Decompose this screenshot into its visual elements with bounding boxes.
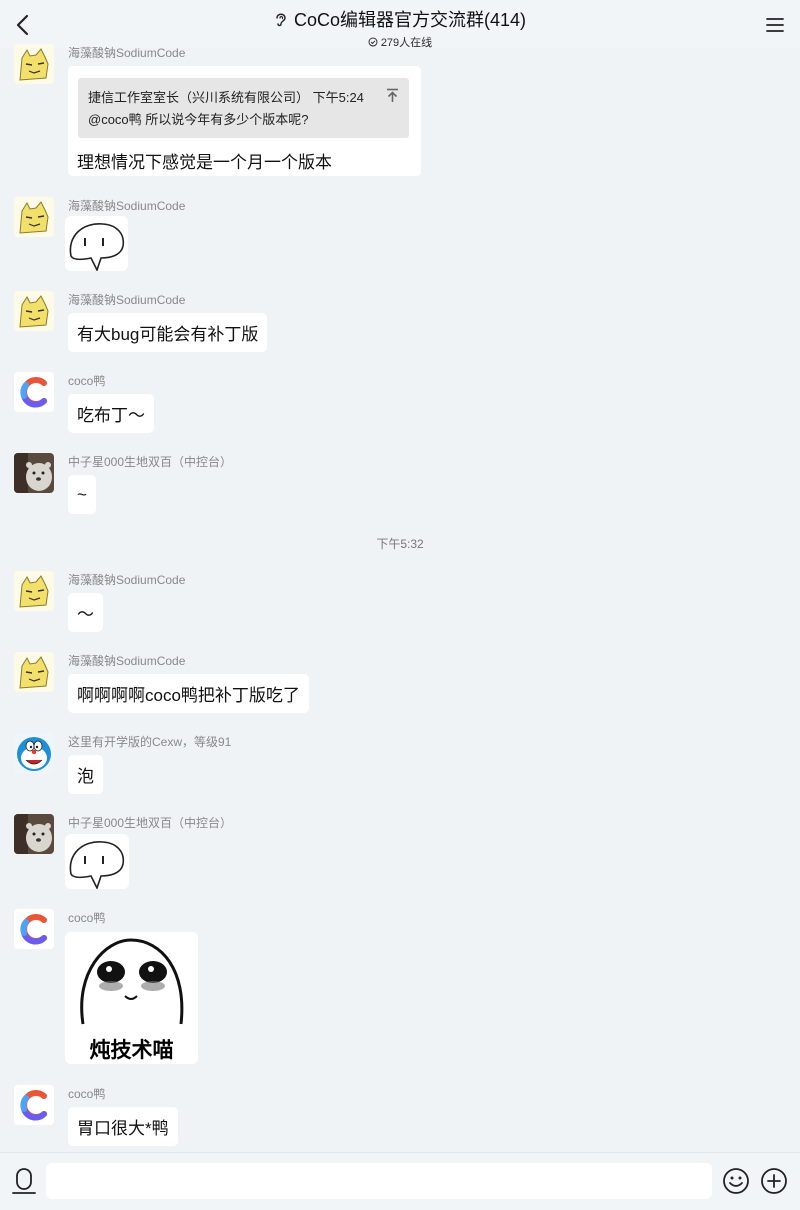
message-bubble[interactable]: 啊啊啊啊coco鸭把补丁版吃了 bbox=[68, 674, 309, 713]
message-bubble[interactable]: 胃口很大*鸭 bbox=[68, 1107, 178, 1146]
avatar[interactable] bbox=[14, 197, 54, 237]
sender-name: 这里有开学版的Cexw，等级91 bbox=[68, 735, 232, 749]
sender-name: 中子星000生地双百（中控台） bbox=[68, 816, 233, 830]
sender-name: 海藻酸钠SodiumCode bbox=[68, 293, 186, 307]
sender-name: 海藻酸钠SodiumCode bbox=[68, 199, 186, 213]
pin-icon[interactable] bbox=[386, 88, 399, 103]
online-icon bbox=[368, 37, 378, 47]
sticker-image[interactable] bbox=[65, 834, 129, 889]
avatar[interactable] bbox=[14, 571, 54, 611]
message-text: 泡 bbox=[77, 767, 94, 786]
sticker-image[interactable] bbox=[65, 216, 128, 271]
avatar[interactable] bbox=[14, 1085, 54, 1125]
ear-icon bbox=[276, 13, 286, 27]
message-text: ～ bbox=[77, 605, 94, 624]
plus-icon[interactable] bbox=[760, 1167, 788, 1195]
message-bubble[interactable]: 吃布丁～ bbox=[68, 394, 154, 433]
avatar[interactable] bbox=[14, 652, 54, 692]
avatar[interactable] bbox=[14, 44, 54, 84]
avatar[interactable] bbox=[14, 453, 54, 493]
avatar[interactable] bbox=[14, 814, 54, 854]
chat-title-block[interactable]: CoCo编辑器官方交流群(414) 279人在线 bbox=[0, 6, 800, 50]
message-text: 有大bug可能会有补丁版 bbox=[77, 325, 259, 344]
message-input[interactable] bbox=[46, 1163, 712, 1199]
message-text: 理想情况下感觉是一个月一个版本 bbox=[77, 153, 332, 172]
message-bubble[interactable]: 捷信工作室室长（兴川系统有限公司） 下午5:24 @coco鸭 所以说今年有多少… bbox=[68, 66, 421, 176]
voice-icon[interactable] bbox=[10, 1167, 38, 1197]
quote-text: @coco鸭 所以说今年有多少个版本呢? bbox=[88, 112, 309, 127]
quote-header: 捷信工作室室长（兴川系统有限公司） 下午5:24 bbox=[88, 90, 364, 105]
menu-icon[interactable] bbox=[764, 14, 786, 36]
avatar[interactable] bbox=[14, 291, 54, 331]
message-text: 啊啊啊啊coco鸭把补丁版吃了 bbox=[77, 686, 300, 705]
online-count: 279人在线 bbox=[380, 37, 433, 49]
avatar[interactable] bbox=[14, 909, 54, 949]
message-bubble[interactable]: ~ bbox=[68, 475, 96, 514]
sender-name: 海藻酸钠SodiumCode bbox=[68, 573, 186, 587]
message-bubble[interactable]: ～ bbox=[68, 593, 103, 632]
emoji-icon[interactable] bbox=[722, 1167, 750, 1195]
avatar[interactable] bbox=[14, 372, 54, 412]
sticker-caption: 炖技术喵 bbox=[89, 1039, 174, 1062]
sender-name: coco鸭 bbox=[68, 374, 106, 388]
message-bubble[interactable]: 有大bug可能会有补丁版 bbox=[68, 313, 268, 352]
message-text: ~ bbox=[77, 484, 87, 504]
message-text: 胃口很大*鸭 bbox=[77, 1119, 169, 1138]
sticker-image[interactable]: 炖技术喵 bbox=[65, 932, 198, 1064]
time-separator: 下午5:32 bbox=[376, 537, 424, 551]
chat-title: CoCo编辑器官方交流群(414) bbox=[293, 10, 527, 30]
input-bar bbox=[0, 1152, 800, 1210]
sender-name: coco鸭 bbox=[68, 1087, 106, 1101]
sender-name: 中子星000生地双百（中控台） bbox=[68, 455, 233, 469]
sender-name: 海藻酸钠SodiumCode bbox=[68, 654, 186, 668]
message-text: 吃布丁～ bbox=[77, 406, 145, 425]
avatar[interactable] bbox=[14, 733, 54, 773]
message-bubble[interactable]: 泡 bbox=[68, 755, 103, 794]
quoted-message[interactable]: 捷信工作室室长（兴川系统有限公司） 下午5:24 @coco鸭 所以说今年有多少… bbox=[78, 78, 409, 138]
sender-name: coco鸭 bbox=[68, 911, 106, 925]
